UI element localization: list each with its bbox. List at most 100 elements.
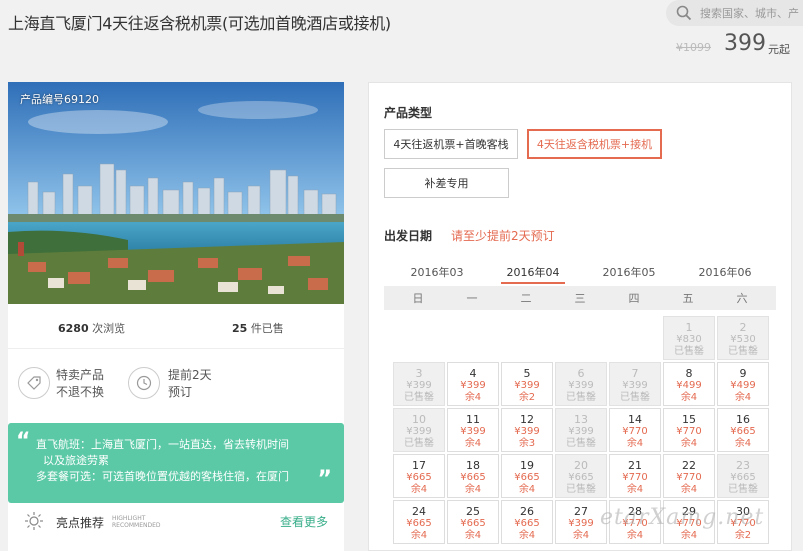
day-number: 22 bbox=[682, 459, 696, 472]
day-price: ¥399 bbox=[568, 518, 594, 529]
day-number: 11 bbox=[466, 413, 480, 426]
day-number: 25 bbox=[466, 505, 480, 518]
original-price: ¥1099 bbox=[676, 41, 711, 54]
day-number: 20 bbox=[574, 459, 588, 472]
day-price: ¥830 bbox=[676, 334, 702, 345]
day-number: 12 bbox=[520, 413, 534, 426]
calendar-day[interactable]: 9 ¥499 余4 bbox=[717, 362, 769, 406]
day-price: ¥665 bbox=[460, 518, 486, 529]
day-number: 4 bbox=[469, 367, 477, 380]
day-price: ¥665 bbox=[730, 426, 756, 437]
view-more-link[interactable]: 查看更多 bbox=[280, 513, 328, 530]
day-status: 余4 bbox=[626, 530, 644, 541]
day-price: ¥770 bbox=[622, 472, 648, 483]
day-price: ¥399 bbox=[514, 426, 540, 437]
day-number: 26 bbox=[520, 505, 534, 518]
day-price: ¥770 bbox=[676, 472, 702, 483]
day-number: 7 bbox=[631, 367, 639, 380]
calendar-day: 23 ¥665 已售罄 bbox=[717, 454, 769, 498]
search-input[interactable] bbox=[700, 6, 803, 20]
calendar-day[interactable]: 8 ¥499 余4 bbox=[663, 362, 715, 406]
day-status: 余4 bbox=[464, 484, 482, 495]
day-status: 余4 bbox=[464, 392, 482, 403]
calendar-day[interactable]: 4 ¥399 余4 bbox=[447, 362, 499, 406]
sun-icon bbox=[24, 511, 44, 535]
day-status: 已售罄 bbox=[728, 484, 758, 495]
calendar-day[interactable]: 24 ¥665 余4 bbox=[393, 500, 445, 544]
day-status: 余4 bbox=[626, 438, 644, 449]
day-price: ¥665 bbox=[406, 472, 432, 483]
calendar-day[interactable]: 21 ¥770 余4 bbox=[609, 454, 661, 498]
day-status: 余4 bbox=[410, 530, 428, 541]
option-supplement[interactable]: 补差专用 bbox=[384, 168, 509, 198]
calendar-day[interactable]: 17 ¥665 余4 bbox=[393, 454, 445, 498]
price-unit: 元起 bbox=[768, 43, 790, 56]
day-status: 余4 bbox=[518, 484, 536, 495]
weekday: 六 bbox=[736, 292, 748, 305]
calendar-day: 20 ¥665 已售罄 bbox=[555, 454, 607, 498]
calendar-day[interactable]: 19 ¥665 余4 bbox=[501, 454, 553, 498]
day-price: ¥770 bbox=[622, 426, 648, 437]
calendar-day[interactable]: 12 ¥399 余3 bbox=[501, 408, 553, 452]
month-tab-apr[interactable]: 2016年04 bbox=[493, 264, 573, 280]
calendar-day: 6 ¥399 已售罄 bbox=[555, 362, 607, 406]
product-code: 产品编号69120 bbox=[20, 93, 99, 106]
day-status: 已售罄 bbox=[674, 346, 704, 357]
month-tab-mar[interactable]: 2016年03 bbox=[397, 264, 477, 280]
option-pickup[interactable]: 4天往返含税机票+接机 bbox=[527, 129, 662, 159]
month-tab-jun[interactable]: 2016年06 bbox=[685, 264, 765, 280]
weekday: 二 bbox=[520, 292, 532, 305]
day-status: 余4 bbox=[680, 438, 698, 449]
day-price: ¥399 bbox=[406, 380, 432, 391]
day-status: 已售罄 bbox=[566, 438, 596, 449]
current-price: 399 bbox=[724, 31, 766, 56]
day-status: 余4 bbox=[734, 392, 752, 403]
weekday: 日 bbox=[412, 292, 424, 305]
day-status: 已售罄 bbox=[620, 392, 650, 403]
day-price: ¥499 bbox=[676, 380, 702, 391]
highlight-line: 以及旅途劳累 bbox=[43, 454, 109, 467]
day-status: 余4 bbox=[410, 484, 428, 495]
day-price: ¥399 bbox=[460, 426, 486, 437]
calendar-day[interactable]: 25 ¥665 余4 bbox=[447, 500, 499, 544]
search-box[interactable] bbox=[666, 0, 803, 26]
date-hint: 请至少提前2天预订 bbox=[451, 229, 555, 243]
month-tab-may[interactable]: 2016年05 bbox=[589, 264, 669, 280]
day-price: ¥665 bbox=[460, 472, 486, 483]
day-price: ¥770 bbox=[676, 426, 702, 437]
weekday: 一 bbox=[466, 292, 478, 305]
day-status: 已售罄 bbox=[566, 392, 596, 403]
calendar-day[interactable]: 11 ¥399 余4 bbox=[447, 408, 499, 452]
day-status: 已售罄 bbox=[404, 438, 434, 449]
highlight-line: 多套餐可选：可选首晚位置优越的客栈住宿，在厦门 bbox=[36, 470, 289, 483]
calendar-day[interactable]: 22 ¥770 余4 bbox=[663, 454, 715, 498]
day-price: ¥399 bbox=[514, 380, 540, 391]
day-price: ¥665 bbox=[514, 472, 540, 483]
day-status: 余4 bbox=[464, 530, 482, 541]
day-price: ¥499 bbox=[730, 380, 756, 391]
day-status: 已售罄 bbox=[404, 392, 434, 403]
day-number: 5 bbox=[523, 367, 531, 380]
day-price: ¥399 bbox=[622, 380, 648, 391]
day-price: ¥665 bbox=[730, 472, 756, 483]
day-status: 余4 bbox=[680, 484, 698, 495]
calendar-day[interactable]: 14 ¥770 余4 bbox=[609, 408, 661, 452]
feature-advance: 提前2天 预订 bbox=[168, 368, 212, 399]
sold-count: 25 件已售 bbox=[232, 322, 284, 335]
calendar-day: 10 ¥399 已售罄 bbox=[393, 408, 445, 452]
watermark: etarXamg.net bbox=[600, 505, 765, 530]
calendar-day[interactable]: 15 ¥770 余4 bbox=[663, 408, 715, 452]
calendar-day[interactable]: 18 ¥665 余4 bbox=[447, 454, 499, 498]
day-number: 10 bbox=[412, 413, 426, 426]
product-type-label: 产品类型 bbox=[384, 106, 433, 120]
day-status: 余4 bbox=[734, 438, 752, 449]
tag-icon bbox=[18, 367, 50, 399]
calendar-day[interactable]: 16 ¥665 余4 bbox=[717, 408, 769, 452]
clock-icon bbox=[128, 367, 160, 399]
day-number: 23 bbox=[736, 459, 750, 472]
calendar-day[interactable]: 5 ¥399 余2 bbox=[501, 362, 553, 406]
option-hotel[interactable]: 4天往返机票+首晚客栈 bbox=[384, 129, 518, 159]
calendar-day[interactable]: 26 ¥665 余4 bbox=[501, 500, 553, 544]
day-number: 27 bbox=[574, 505, 588, 518]
active-month-indicator bbox=[501, 282, 565, 284]
